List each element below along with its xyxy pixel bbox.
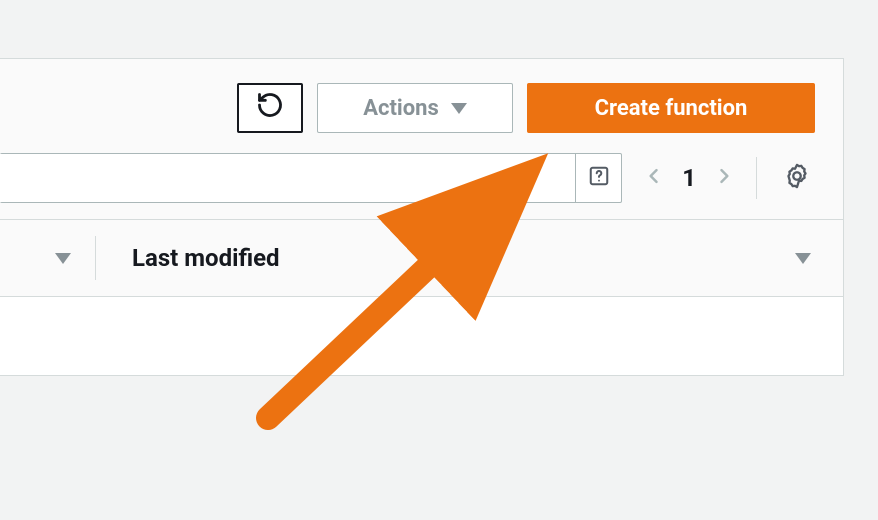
settings-button[interactable] <box>773 162 815 194</box>
search-container <box>0 153 622 203</box>
column-label: Last modified <box>132 244 280 272</box>
next-page-button[interactable] <box>714 162 734 194</box>
refresh-button[interactable] <box>237 83 303 133</box>
pagination: 1 <box>638 162 740 194</box>
sort-icon <box>795 253 811 264</box>
table-header-row: Last modified <box>0 219 843 297</box>
table-body-empty <box>0 297 843 375</box>
actions-label: Actions <box>363 96 439 121</box>
current-page: 1 <box>682 164 696 192</box>
prev-page-button[interactable] <box>644 162 664 194</box>
column-header-last-modified[interactable]: Last modified <box>96 244 843 272</box>
caret-down-icon <box>451 103 467 114</box>
refresh-icon <box>256 91 284 125</box>
help-icon <box>588 165 610 192</box>
filter-row: 1 <box>0 151 843 219</box>
functions-panel: Actions Create function <box>0 58 844 376</box>
toolbar: Actions Create function <box>0 59 843 151</box>
sort-icon <box>55 253 71 264</box>
create-function-label: Create function <box>595 96 748 121</box>
column-header-prev[interactable] <box>0 236 96 280</box>
gear-icon <box>783 175 811 194</box>
create-function-button[interactable]: Create function <box>527 83 815 133</box>
search-input[interactable] <box>0 154 575 202</box>
actions-dropdown[interactable]: Actions <box>317 83 513 133</box>
divider <box>756 157 757 199</box>
filter-help-button[interactable] <box>575 154 621 202</box>
